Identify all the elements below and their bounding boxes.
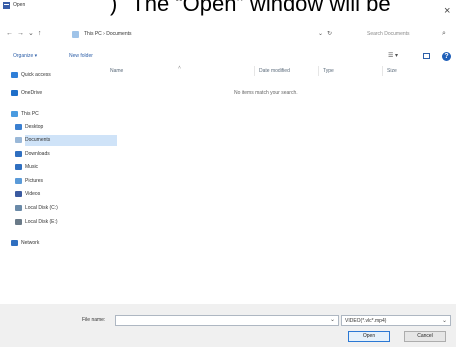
help-icon[interactable]: ? xyxy=(442,52,451,61)
sidebar-item-label: OneDrive xyxy=(21,90,43,96)
sidebar-item-label: Desktop xyxy=(25,124,44,130)
sidebar-item-label: Music xyxy=(25,164,39,170)
sidebar-item-label: Downloads xyxy=(25,151,50,157)
sidebar-item-label: Documents xyxy=(25,137,51,143)
cancel-button[interactable]: Cancel xyxy=(404,331,446,342)
column-type[interactable]: Type xyxy=(323,68,334,74)
sidebar-item-label: Videos xyxy=(25,191,41,197)
sidebar-item[interactable]: Local Disk (C:) xyxy=(11,203,106,214)
sidebar-item-label: Quick access xyxy=(21,72,51,78)
refresh-icon[interactable]: ↻ xyxy=(327,31,336,37)
sidebar-item-label: Network xyxy=(21,240,40,246)
file-type-dropdown-icon[interactable]: ⌄ xyxy=(442,317,447,324)
downloads-icon xyxy=(15,151,22,157)
sidebar-item-label: Local Disk (C:) xyxy=(25,205,58,211)
desktop-icon xyxy=(15,124,22,130)
organize-button[interactable]: Organize ▾ xyxy=(13,53,37,59)
sidebar-item[interactable]: Network xyxy=(11,238,106,249)
disk-icon xyxy=(15,219,22,225)
file-name-dropdown-icon[interactable]: ⌄ xyxy=(330,316,335,323)
computer-icon xyxy=(11,111,18,117)
breadcrumb[interactable]: This PC › Documents xyxy=(84,31,132,37)
sidebar-item[interactable]: OneDrive xyxy=(11,88,106,99)
open-button[interactable]: Open xyxy=(348,331,390,342)
videos-icon xyxy=(15,191,22,197)
file-type-value: VIDEO(*.vlc*.mp4) xyxy=(345,318,387,324)
sidebar-item[interactable]: Local Disk (E:) xyxy=(11,217,106,228)
column-divider xyxy=(382,66,383,76)
column-divider xyxy=(254,66,255,76)
column-name[interactable]: Name xyxy=(110,68,123,74)
search-input[interactable]: Search Documents xyxy=(367,31,410,37)
toolbar: Organize ▾ New folder ☰ ▾ ? xyxy=(0,51,456,63)
sidebar-item[interactable]: Documents xyxy=(11,135,117,146)
pictures-icon xyxy=(15,178,22,184)
open-dialog: Open × ←→⌄↑ This PC › Documents ⌄↻ Searc… xyxy=(0,0,456,347)
column-date-modified[interactable]: Date modified xyxy=(259,68,290,74)
music-icon xyxy=(15,164,22,170)
column-divider xyxy=(318,66,319,76)
file-type-select[interactable]: VIDEO(*.vlc*.mp4) ⌄ xyxy=(341,315,451,326)
address-dropdown-icon[interactable]: ⌄ xyxy=(318,31,327,37)
close-button[interactable]: × xyxy=(444,6,450,17)
address-controls: ⌄↻ xyxy=(318,30,336,37)
view-options-icon[interactable]: ☰ ▾ xyxy=(388,52,398,59)
dialog-footer: File name: ⌄ VIDEO(*.vlc*.mp4) ⌄ Open Ca… xyxy=(0,304,456,347)
sidebar-item[interactable]: Desktop xyxy=(11,122,106,133)
sidebar-item[interactable]: Downloads xyxy=(11,149,106,160)
navigation-buttons: ←→⌄↑ xyxy=(6,29,45,37)
up-arrow-icon[interactable]: ↑ xyxy=(38,30,46,37)
title-bar: Open × xyxy=(0,0,456,18)
preview-pane-icon[interactable] xyxy=(423,53,430,59)
sidebar-item[interactable]: Music xyxy=(11,162,106,173)
sidebar-item-label: This PC xyxy=(21,111,39,117)
file-list-header: Name ˄ Date modified Type Size xyxy=(106,65,456,76)
sidebar-item[interactable]: This PC xyxy=(11,109,106,120)
documents-icon xyxy=(15,137,22,143)
sidebar-item[interactable]: Pictures xyxy=(11,176,106,187)
dialog-app-icon xyxy=(3,2,10,9)
address-bar[interactable]: This PC › Documents ⌄↻ xyxy=(70,29,340,40)
star-icon xyxy=(11,72,18,78)
new-folder-button[interactable]: New folder xyxy=(69,53,93,59)
forward-arrow-icon[interactable]: → xyxy=(17,30,28,37)
sidebar-item[interactable]: Videos xyxy=(11,189,106,200)
sidebar-item[interactable]: Quick access xyxy=(11,70,106,81)
file-name-input[interactable] xyxy=(115,315,339,326)
search-icon[interactable]: ⌕ xyxy=(442,30,446,38)
file-name-label: File name: xyxy=(82,317,106,323)
empty-message: No items match your search. xyxy=(234,90,298,96)
sort-icon: ˄ xyxy=(178,65,181,71)
folder-icon xyxy=(72,31,79,38)
window-title: Open xyxy=(13,2,26,8)
sidebar-item-label: Local Disk (E:) xyxy=(25,219,58,225)
recent-locations-icon[interactable]: ⌄ xyxy=(28,30,38,37)
disk-icon xyxy=(15,205,22,211)
search-box[interactable]: Search Documents ⌕ xyxy=(346,29,452,40)
column-size[interactable]: Size xyxy=(387,68,397,74)
back-arrow-icon[interactable]: ← xyxy=(6,30,17,37)
navigation-pane: Quick access OneDrive This PC Desktop Docume… xyxy=(11,66,117,286)
sidebar-item-label: Pictures xyxy=(25,178,44,184)
cloud-icon xyxy=(11,90,18,96)
network-icon xyxy=(11,240,18,246)
